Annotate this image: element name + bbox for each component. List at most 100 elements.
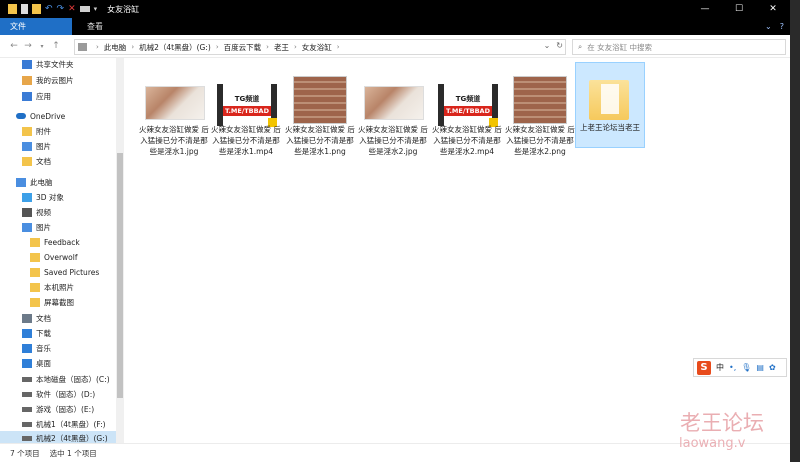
- sidebar-item[interactable]: 音乐: [22, 341, 51, 355]
- rename-icon[interactable]: [79, 6, 90, 12]
- sidebar-item[interactable]: Feedback: [30, 235, 80, 249]
- forward-button[interactable]: →: [22, 39, 34, 53]
- file-name: 火辣女友浴缸做爱 后入猛操已分不清是那些是淫水2.mp4: [432, 125, 502, 156]
- recent-locations-button[interactable]: ▾: [36, 39, 48, 53]
- close-button[interactable]: ✕: [756, 0, 790, 18]
- chevron-down-icon[interactable]: ⌄: [765, 22, 772, 31]
- sidebar-item[interactable]: 3D 对象: [22, 190, 64, 204]
- sidebar-item[interactable]: 视频: [22, 205, 51, 219]
- breadcrumb-current[interactable]: 女友浴缸: [302, 42, 332, 53]
- chevron-down-icon[interactable]: ⌄: [544, 41, 551, 50]
- sidebar-item[interactable]: 图片: [22, 220, 51, 234]
- drive-icon: [22, 376, 32, 382]
- keyboard-icon[interactable]: ▤: [756, 363, 764, 372]
- sidebar-item[interactable]: 本机照片: [30, 280, 74, 294]
- quick-access-toolbar: ↶ ↷ ✕ ▾: [0, 4, 97, 14]
- ime-punctuation-icon[interactable]: •,: [729, 363, 736, 372]
- address-bar[interactable]: › 此电脑 › 机械2（4t黑盘）(G:) › 百度云下载 › 老王 › 女友浴…: [74, 39, 566, 55]
- file-list: 火辣女友浴缸做爱 后入猛操已分不清是那些是淫水1.jpg TG频道 T.ME/TBB…: [125, 58, 790, 443]
- sidebar-item[interactable]: 游戏（固态）(E:): [22, 402, 94, 416]
- file-name: 上老王论坛当老王: [580, 123, 640, 132]
- breadcrumb-pc[interactable]: 此电脑: [104, 42, 127, 53]
- sidebar-item[interactable]: Saved Pictures: [30, 265, 99, 279]
- chevron-right-icon[interactable]: ›: [131, 43, 134, 51]
- skin-icon[interactable]: ✿: [769, 363, 776, 372]
- video-thumbnail-url: T.ME/TBBAD: [444, 106, 492, 116]
- folder-paper-icon: [601, 84, 619, 114]
- sidebar-item[interactable]: 此电脑: [16, 175, 53, 189]
- sidebar-item[interactable]: 图片: [22, 139, 51, 153]
- sidebar-item[interactable]: 应用: [22, 89, 51, 103]
- sidebar-item-label: 屏幕截图: [44, 297, 74, 307]
- selection-count: 选中 1 个项目: [49, 448, 97, 458]
- help-icon[interactable]: ?: [780, 22, 784, 31]
- title-bar: ↶ ↷ ✕ ▾ 女友浴缸 — ☐ ✕: [0, 0, 790, 18]
- sidebar-item[interactable]: 共享文件夹: [22, 58, 74, 71]
- ime-language[interactable]: 中: [716, 362, 724, 373]
- redo-icon[interactable]: ↷: [57, 4, 65, 14]
- sidebar-item[interactable]: 机械2（4t黑盘）(G:): [0, 431, 116, 443]
- sidebar-item[interactable]: OneDrive: [16, 109, 65, 123]
- properties-icon[interactable]: [21, 4, 28, 14]
- maximize-button[interactable]: ☐: [722, 0, 756, 18]
- sidebar-item-label: 文档: [36, 156, 51, 166]
- chevron-right-icon[interactable]: ›: [96, 43, 99, 51]
- file-name: 火辣女友浴缸做爱 后入猛操已分不清是那些是淫水1.png: [285, 125, 355, 156]
- nav-scrollbar[interactable]: [116, 58, 124, 443]
- video-thumbnail-caption: TG频道: [234, 95, 260, 103]
- apps-icon: [22, 91, 32, 101]
- sidebar-item-label: 共享文件夹: [36, 59, 74, 69]
- image-thumbnail: [145, 86, 205, 120]
- breadcrumb-laowang[interactable]: 老王: [274, 42, 289, 53]
- chevron-right-icon[interactable]: ›: [294, 43, 297, 51]
- microphone-icon[interactable]: 🎙: [741, 363, 751, 372]
- customize-qat-icon[interactable]: ▾: [94, 5, 98, 13]
- back-button[interactable]: ←: [8, 39, 20, 53]
- breadcrumb-baidu[interactable]: 百度云下载: [224, 42, 262, 53]
- tab-file[interactable]: 文件: [0, 18, 72, 35]
- ribbon-tabs: 文件 主页 共享 查看 ⌄ ?: [0, 18, 790, 35]
- sidebar-item[interactable]: 屏幕截图: [30, 295, 74, 309]
- tab-view[interactable]: 查看: [76, 18, 114, 35]
- folder-icon: [8, 4, 17, 14]
- chevron-right-icon[interactable]: ›: [216, 43, 219, 51]
- folder-icon: [30, 267, 40, 277]
- sidebar-item[interactable]: 本地磁盘（固态）(C:): [22, 372, 110, 386]
- sidebar-item[interactable]: 下载: [22, 326, 51, 340]
- refresh-icon[interactable]: ↻: [556, 41, 563, 50]
- sidebar-item[interactable]: 我的云图片: [22, 73, 74, 87]
- undo-icon[interactable]: ↶: [45, 4, 53, 14]
- videos-icon: [22, 207, 32, 217]
- ime-toolbar: S 中 •, 🎙 ▤ ✿: [693, 358, 787, 377]
- sidebar-item-label: 软件（固态）(D:): [36, 389, 96, 399]
- address-row: ← → ▾ ↑ › 此电脑 › 机械2（4t黑盘）(G:) › 百度云下载 › …: [0, 35, 790, 58]
- sidebar-item-label: 我的云图片: [36, 75, 74, 85]
- sogou-ime-icon[interactable]: S: [697, 360, 711, 375]
- minimize-button[interactable]: —: [688, 0, 722, 18]
- sidebar-item-label: 视频: [36, 207, 51, 217]
- watermark-url: laowang.v: [679, 436, 746, 451]
- sidebar-item-label: 机械2（4t黑盘）(G:): [36, 433, 108, 443]
- breadcrumb-drive-g[interactable]: 机械2（4t黑盘）(G:): [139, 42, 211, 53]
- sidebar-item[interactable]: 桌面: [22, 356, 51, 370]
- watermark-title: 老王论坛: [680, 411, 764, 435]
- nav-scrollbar-thumb[interactable]: [117, 153, 123, 398]
- search-input[interactable]: ⌕ 在 女友浴缸 中搜索: [572, 39, 786, 55]
- drive-icon: [22, 406, 32, 412]
- sidebar-item[interactable]: Overwolf: [30, 250, 78, 264]
- delete-icon[interactable]: ✕: [68, 4, 76, 14]
- video-thumbnail-url: T.ME/TBBAD: [223, 106, 271, 116]
- sidebar-item[interactable]: 附件: [22, 124, 51, 138]
- sidebar-item[interactable]: 机械1（4t黑盘）(F:): [22, 417, 106, 431]
- desktop-edge: [790, 0, 800, 462]
- sidebar-item-label: 文档: [36, 313, 51, 323]
- chevron-right-icon[interactable]: ›: [337, 43, 340, 51]
- sidebar-item[interactable]: 软件（固态）(D:): [22, 387, 95, 401]
- sidebar-item[interactable]: 文档: [22, 311, 51, 325]
- chevron-right-icon[interactable]: ›: [266, 43, 269, 51]
- up-button[interactable]: ↑: [50, 39, 62, 53]
- pictures-icon: [22, 141, 32, 151]
- sidebar-item[interactable]: 文档: [22, 154, 51, 168]
- downloads-icon: [22, 328, 32, 338]
- new-folder-icon[interactable]: [32, 4, 41, 14]
